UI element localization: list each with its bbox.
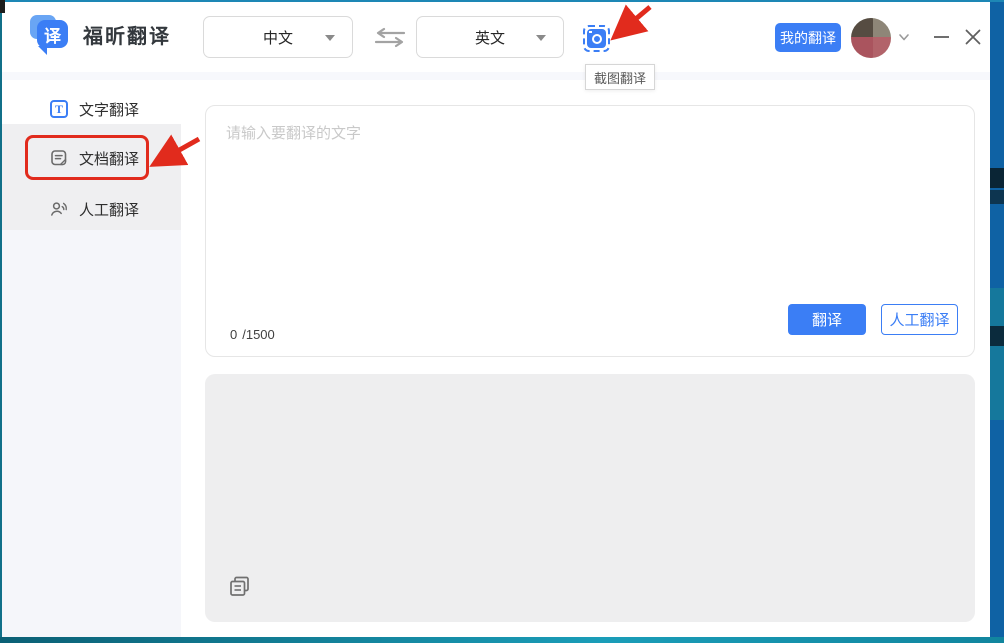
desktop-icon-fragment [990, 326, 1004, 346]
window-border-top [0, 0, 1004, 2]
char-limit: /1500 [242, 327, 275, 342]
app-title: 福昕翻译 [83, 20, 171, 49]
sidebar-item-human-translate[interactable]: 人工翻译 [50, 196, 139, 222]
screenshot-translate-tooltip: 截图翻译 [585, 64, 655, 90]
chevron-down-icon [325, 35, 335, 41]
desktop-background-fragment [990, 288, 1004, 420]
desktop-icon-fragment [990, 168, 1004, 188]
copy-icon[interactable] [227, 574, 252, 604]
sidebar-item-label: 文档翻译 [79, 148, 139, 169]
translation-input[interactable] [226, 122, 950, 292]
translate-button[interactable]: 翻译 [788, 304, 866, 335]
header-separator [2, 72, 990, 80]
human-translate-button[interactable]: 人工翻译 [881, 304, 958, 335]
logo-badge: 译 [37, 20, 68, 48]
app-logo-icon: 译 [30, 15, 70, 53]
app-window: 译 福昕翻译 中文 英文 我的翻译 [2, 2, 990, 637]
app-logo: 译 福昕翻译 [30, 15, 171, 53]
sidebar-background [2, 230, 181, 637]
camera-icon [587, 29, 606, 48]
account-menu-chevron-icon[interactable] [896, 29, 912, 45]
target-language-select[interactable]: 英文 [416, 16, 564, 58]
minimize-button[interactable] [928, 24, 954, 50]
translation-input-panel: 0 /1500 翻译 人工翻译 [205, 105, 975, 357]
screen-corner-fragment [0, 0, 5, 13]
minimize-icon [934, 36, 949, 38]
human-translate-icon [50, 200, 68, 218]
document-translate-icon [50, 149, 68, 167]
close-icon [964, 28, 982, 46]
sidebar-item-text-translate[interactable]: T 文字翻译 [50, 96, 139, 122]
char-count: 0 [230, 327, 237, 342]
avatar[interactable] [851, 18, 891, 58]
translation-result-panel [205, 374, 975, 622]
screenshot-translate-button[interactable] [583, 25, 610, 52]
sidebar-item-label: 文字翻译 [79, 99, 139, 120]
my-translations-button[interactable]: 我的翻译 [775, 23, 841, 52]
target-language-label: 英文 [475, 27, 505, 48]
swap-languages-icon[interactable] [370, 27, 410, 49]
sidebar-item-label: 人工翻译 [79, 199, 139, 220]
source-language-label: 中文 [263, 27, 293, 48]
chevron-down-icon [536, 35, 546, 41]
char-counter: 0 /1500 [230, 327, 275, 342]
close-button[interactable] [958, 22, 988, 52]
sidebar-item-document-translate[interactable]: 文档翻译 [50, 145, 139, 171]
source-language-select[interactable]: 中文 [203, 16, 353, 58]
window-border-bottom [0, 637, 1004, 643]
desktop-icon-fragment [990, 190, 1004, 204]
text-translate-icon: T [50, 100, 68, 118]
window-border-left [0, 0, 2, 643]
